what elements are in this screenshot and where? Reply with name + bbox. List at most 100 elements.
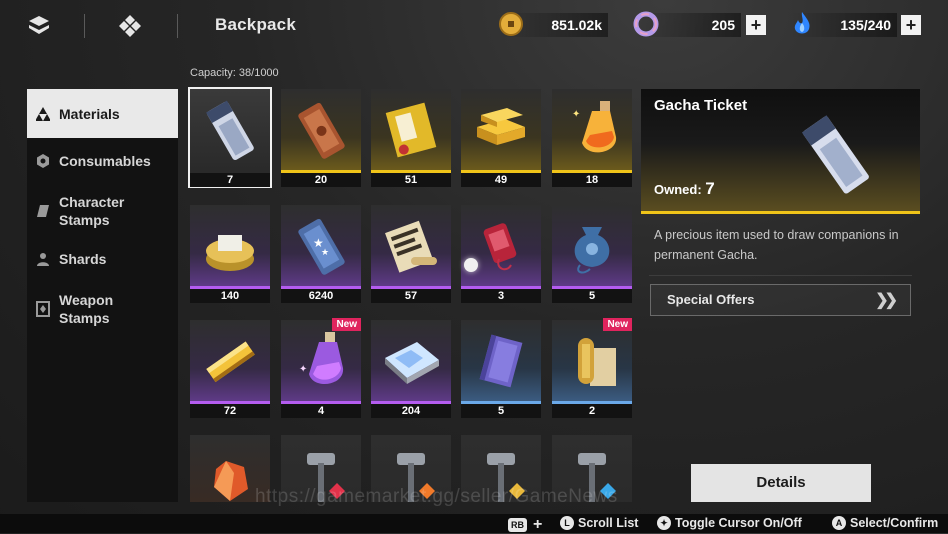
divider [177, 14, 178, 38]
scroll-icon [385, 220, 437, 273]
sidebar-item-label: Materials [59, 105, 120, 122]
gold-currency: 851.02k [498, 11, 608, 37]
touchpad-icon: ✦ [657, 516, 671, 530]
item-slot-golden-envelope[interactable]: 51 [371, 89, 451, 187]
divider [649, 275, 912, 276]
gem-currency: 205 [633, 11, 741, 37]
detail-title: Gacha Ticket [654, 97, 748, 114]
sidebar-item-label: Shards [59, 251, 107, 267]
left-stick-icon: L [560, 516, 574, 530]
triangles-icon [35, 106, 51, 122]
item-slot-coin-stack[interactable]: 140 [190, 205, 270, 303]
capacity-label: Capacity: 38/1000 [190, 67, 279, 79]
a-button-icon: A [832, 516, 846, 530]
new-badge: New [332, 318, 361, 331]
charm-icon [483, 223, 517, 271]
gold-coin-icon [498, 11, 524, 37]
ticket-icon [801, 115, 869, 194]
item-count: 57 [371, 289, 451, 303]
add-gem-button[interactable]: + [746, 15, 766, 35]
rb-button-icon: RB [508, 518, 527, 532]
item-slot-gacha-ticket[interactable]: 7 [188, 87, 272, 188]
item-count: 18 [552, 173, 632, 187]
hexagon-icon [35, 153, 51, 169]
sidebar-item-character-stamps[interactable]: Character Stamps [27, 193, 178, 229]
divider [84, 14, 85, 38]
fire-crystal-icon [214, 461, 248, 501]
ancient-scroll-icon [578, 338, 616, 386]
coin-stack-icon [206, 235, 254, 271]
hint-rb[interactable]: RB + [508, 516, 542, 534]
special-offers-label: Special Offers [667, 292, 755, 307]
cursor-pointer [464, 258, 478, 272]
item-count: 51 [371, 173, 451, 187]
item-slot-ancient-scroll[interactable]: 2 New [552, 318, 632, 418]
item-count: 49 [461, 173, 541, 187]
stamina-currency: 135/240 [789, 11, 897, 37]
item-count: 140 [190, 289, 270, 303]
star-ticket-icon: ★★ [298, 218, 345, 275]
hint-label: Scroll List [578, 516, 639, 530]
sidebar-item-consumables[interactable]: Consumables [27, 152, 178, 170]
item-count: 5 [461, 404, 541, 418]
double-chevron-right-icon: ❯❯ [875, 292, 898, 309]
crystal-map-icon [385, 342, 439, 384]
item-description: A precious item used to draw companions … [654, 228, 899, 262]
item-slot-gold-ingots[interactable]: 49 [461, 89, 541, 187]
item-count: 3 [461, 289, 541, 303]
gold-bar-icon [206, 341, 255, 383]
item-slot-gold-bar[interactable]: 72 [190, 320, 270, 418]
card-icon [35, 301, 51, 317]
item-count: 2 [552, 404, 632, 418]
item-count: 7 [190, 173, 270, 187]
sidebar-item-label: Consumables [59, 153, 151, 169]
owned-count: Owned: 7 [654, 179, 715, 199]
ingot-icon [477, 108, 525, 145]
envelope-icon [385, 102, 437, 158]
purple-potion-icon: ✦ [299, 332, 344, 385]
category-sidebar: Materials Consumables Character Stamps S… [27, 89, 178, 502]
item-slot-purple-potion[interactable]: ✦ 4 New [281, 318, 361, 418]
person-icon [35, 251, 51, 267]
item-count: 5 [552, 289, 632, 303]
gem-amount: 205 [711, 17, 735, 33]
hint-toggle-cursor[interactable]: ✦ Toggle Cursor On/Off [657, 516, 802, 530]
owned-value: 7 [705, 179, 715, 198]
item-count: 4 [281, 404, 361, 418]
new-badge: New [603, 318, 632, 331]
gold-amount: 851.02k [551, 17, 602, 33]
diamond-cluster-icon[interactable] [117, 13, 143, 39]
item-slot-bronze-ticket[interactable]: 20 [281, 89, 361, 187]
ticket-icon [206, 100, 254, 161]
item-slot-red-charm[interactable]: 3 [461, 205, 541, 303]
detail-header: Gacha Ticket Owned: 7 [641, 89, 920, 214]
special-offers-button[interactable]: Special Offers ❯❯ [650, 284, 911, 316]
item-slot-scroll-bundle[interactable]: 57 [371, 205, 451, 303]
item-slot-blue-pouch[interactable]: 5 [552, 205, 632, 303]
purple-ring-icon [633, 11, 659, 37]
tag-icon [35, 203, 51, 219]
svg-text:✦: ✦ [572, 109, 580, 120]
watermark-text: https://gamemarket.gg/seller/GameNews [255, 486, 618, 507]
item-slot-star-ticket[interactable]: ★ ★ 6240 [281, 205, 361, 303]
sidebar-item-shards[interactable]: Shards [27, 250, 178, 268]
page-title: Backpack [215, 15, 296, 34]
hint-scroll-list[interactable]: L Scroll List [560, 516, 638, 530]
sidebar-item-weapon-stamps[interactable]: Weapon Stamps [27, 291, 178, 327]
hex-cluster-icon[interactable] [26, 13, 52, 39]
item-slot-crystal-map[interactable]: 204 [371, 320, 451, 418]
owned-label: Owned: [654, 182, 702, 197]
control-hint-bar: RB + L Scroll List ✦ Toggle Cursor On/Of… [0, 514, 948, 533]
hint-label: Select/Confirm [850, 516, 939, 530]
item-slot-golden-potion[interactable]: ✦ 18 [552, 89, 632, 187]
book-icon [479, 334, 523, 388]
blue-flame-icon [789, 11, 815, 37]
hint-label: Toggle Cursor On/Off [675, 516, 802, 530]
sidebar-item-materials[interactable]: Materials [27, 89, 178, 138]
hint-select-confirm[interactable]: A Select/Confirm [832, 516, 938, 530]
add-stamina-button[interactable]: + [901, 15, 921, 35]
item-slot-purple-book[interactable]: 5 [461, 320, 541, 418]
bronze-ticket-icon [298, 102, 345, 159]
details-button[interactable]: Details [691, 464, 871, 502]
sidebar-item-label: Character Stamps [59, 194, 125, 228]
